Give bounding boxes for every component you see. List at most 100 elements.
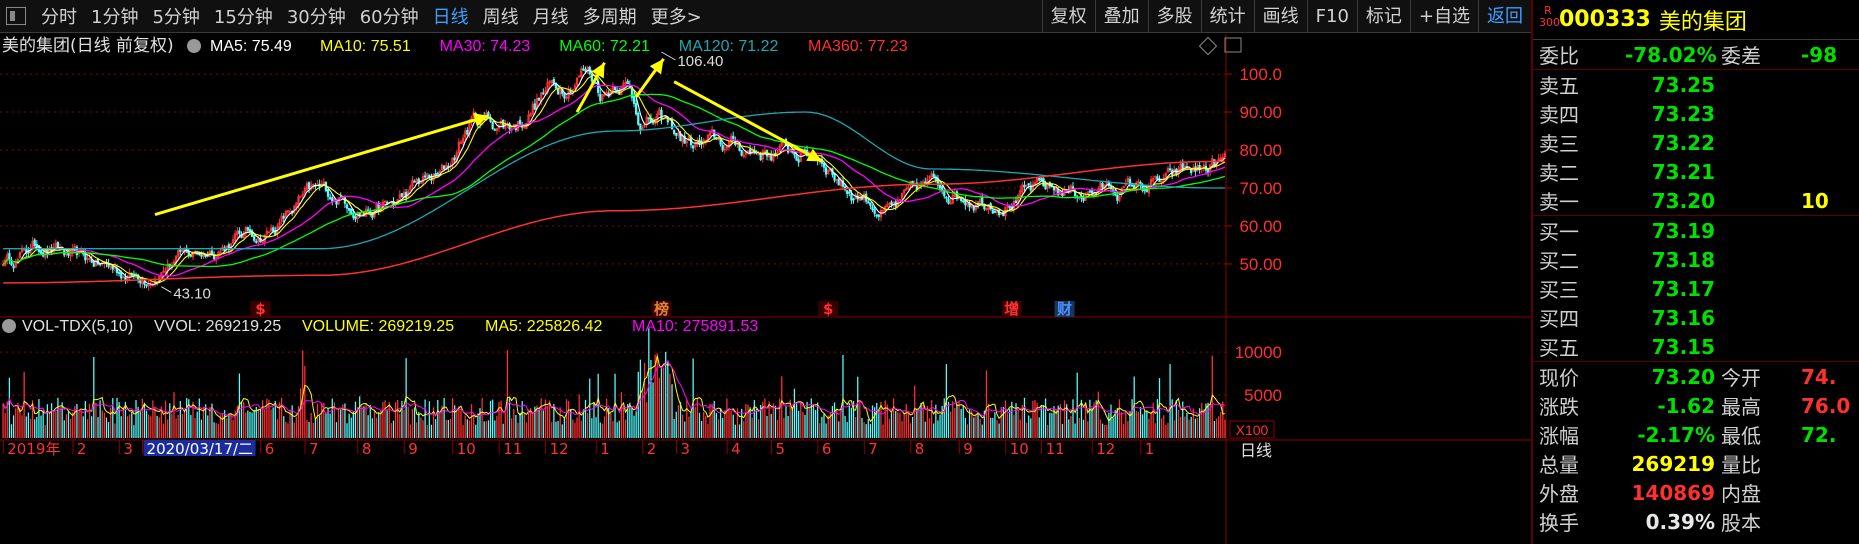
volume-bar bbox=[1139, 407, 1142, 438]
volume-bar bbox=[221, 413, 224, 438]
volume-bar bbox=[1167, 422, 1169, 438]
price-tick-label: 80.00 bbox=[1239, 141, 1282, 160]
volume-bar bbox=[753, 400, 755, 438]
volume-bar bbox=[730, 411, 732, 438]
volume-bar bbox=[447, 420, 449, 438]
panel-toggle-icon[interactable] bbox=[6, 7, 26, 25]
tab-daily[interactable]: 日线 bbox=[426, 3, 476, 29]
statistics-button[interactable]: 统计 bbox=[1200, 0, 1254, 33]
tab-5min[interactable]: 5分钟 bbox=[145, 3, 206, 29]
month-label: 10 bbox=[457, 440, 476, 458]
candle-body bbox=[200, 254, 203, 257]
volume-bar bbox=[259, 408, 262, 438]
candle-body bbox=[584, 69, 587, 72]
draw-line-button[interactable]: 画线 bbox=[1253, 0, 1307, 33]
volume-bar bbox=[764, 398, 766, 438]
volume-toggle-icon[interactable] bbox=[2, 319, 16, 333]
volume-bar bbox=[1215, 418, 1218, 438]
tab-fenshi[interactable]: 分时 bbox=[34, 3, 84, 29]
volume-bar bbox=[487, 420, 490, 438]
event-marker[interactable]: $ bbox=[255, 300, 265, 318]
volume-bar bbox=[779, 398, 781, 438]
trend-arrow[interactable] bbox=[154, 114, 489, 217]
volume-bar bbox=[162, 423, 165, 438]
kline-chart[interactable]: 100.0 90.00 80.00 70.00 60.00 50.00 10000 5000 X… bbox=[0, 0, 1531, 544]
event-marker[interactable]: 财 bbox=[1057, 300, 1072, 318]
diamond-icon[interactable] bbox=[1198, 36, 1218, 56]
event-markers[interactable]: $ 榜 $ 增 财 bbox=[250, 300, 1075, 318]
candle-body bbox=[253, 235, 256, 241]
tab-60min[interactable]: 60分钟 bbox=[353, 3, 426, 29]
add-watchlist-button[interactable]: +自选 bbox=[1409, 0, 1478, 33]
volume-bar bbox=[804, 414, 806, 438]
tab-monthly[interactable]: 月线 bbox=[526, 3, 576, 29]
volume-bar bbox=[1163, 415, 1165, 438]
volume-bar bbox=[261, 400, 264, 438]
month-label: 7 bbox=[309, 440, 319, 458]
volume-bar bbox=[86, 419, 89, 438]
volume-bar bbox=[169, 403, 171, 438]
volume-bar bbox=[470, 404, 473, 438]
month-label: 9 bbox=[963, 440, 973, 458]
window-toggle-icon[interactable] bbox=[1224, 37, 1242, 53]
mark-button[interactable]: 标记 bbox=[1356, 0, 1410, 33]
volume-bar bbox=[1032, 400, 1034, 438]
volume-unit: X100 bbox=[1236, 422, 1269, 438]
ask-level: 卖四 73.23 bbox=[1533, 99, 1859, 128]
tab-30min[interactable]: 30分钟 bbox=[280, 3, 353, 29]
candle-body bbox=[238, 230, 241, 234]
volume-bar bbox=[1108, 412, 1110, 438]
candle-body bbox=[354, 216, 357, 220]
volume-bar bbox=[483, 421, 485, 438]
volume-bar bbox=[1019, 419, 1021, 438]
event-marker[interactable]: 增 bbox=[1004, 300, 1019, 318]
volume-bar bbox=[371, 418, 373, 438]
legend-toggle-icon[interactable] bbox=[187, 39, 201, 53]
overlay-button[interactable]: 叠加 bbox=[1094, 0, 1148, 33]
tab-weekly[interactable]: 周线 bbox=[476, 3, 526, 29]
volume-bar bbox=[394, 402, 397, 438]
candle-body bbox=[385, 201, 389, 204]
volume-bar bbox=[975, 414, 977, 438]
volume-bar bbox=[69, 418, 72, 438]
candle-body bbox=[556, 88, 560, 95]
trend-arrow[interactable] bbox=[673, 80, 823, 163]
volume-bar bbox=[1006, 413, 1009, 438]
volume-bar bbox=[8, 377, 11, 438]
tab-more[interactable]: 更多> bbox=[644, 3, 709, 29]
tab-1min[interactable]: 1分钟 bbox=[84, 3, 145, 29]
volume-bar bbox=[1002, 406, 1004, 438]
volume-bar bbox=[1047, 424, 1049, 438]
app-window: { "toolbar":{ "period_tabs":[ {"label":"… bbox=[0, 0, 1859, 544]
volume-bar bbox=[316, 403, 319, 438]
volume-bar bbox=[616, 422, 618, 438]
bid-level-value: 73.17 bbox=[1651, 276, 1715, 301]
bid-level-label: 买一 bbox=[1539, 220, 1579, 244]
volume-bar bbox=[806, 401, 808, 438]
candle-body bbox=[993, 211, 997, 214]
multi-stock-button[interactable]: 多股 bbox=[1147, 0, 1201, 33]
volume-bar bbox=[620, 392, 623, 438]
candle-body bbox=[590, 73, 593, 82]
candle-body bbox=[400, 193, 404, 197]
event-marker[interactable]: 榜 bbox=[654, 300, 669, 318]
event-marker[interactable]: $ bbox=[823, 300, 833, 318]
volume-bar bbox=[1011, 401, 1013, 438]
volume-bar bbox=[418, 411, 420, 438]
volume-bar bbox=[430, 424, 433, 438]
volume-bar bbox=[523, 413, 525, 438]
volume-bar bbox=[209, 407, 211, 438]
back-button[interactable]: 返回 bbox=[1478, 0, 1531, 33]
ask-level-value: 73.20 bbox=[1651, 188, 1715, 213]
tab-multi-period[interactable]: 多周期 bbox=[576, 3, 644, 29]
bid-level-label: 买五 bbox=[1539, 336, 1579, 360]
candle-body bbox=[428, 174, 431, 178]
volume-bar bbox=[985, 370, 988, 438]
volume-bar bbox=[1184, 416, 1186, 438]
volume-bar bbox=[631, 407, 633, 438]
volume-bar bbox=[722, 418, 724, 438]
restore-rights-button[interactable]: 复权 bbox=[1041, 0, 1095, 33]
ask-level-value2: 10 bbox=[1801, 188, 1829, 213]
f10-button[interactable]: F10 bbox=[1306, 0, 1357, 33]
tab-15min[interactable]: 15分钟 bbox=[207, 3, 280, 29]
